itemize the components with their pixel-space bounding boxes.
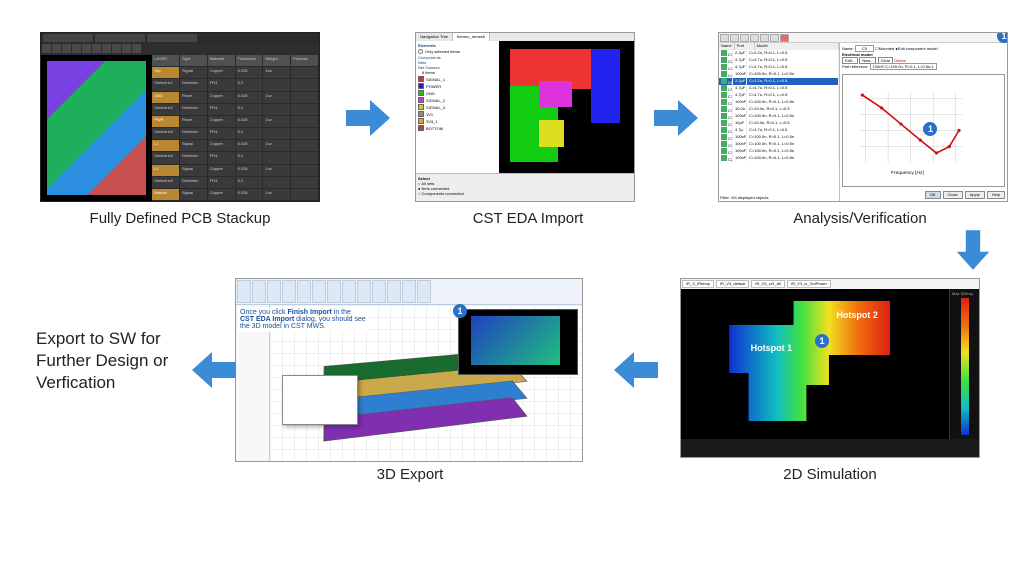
callout-badge-1: 1 (997, 32, 1008, 43)
hotspot2-label: Hotspot 2 (836, 310, 878, 320)
table-row[interactable]: BottomSignalCopper0.0351oz (152, 189, 319, 201)
list-row[interactable]: C1410μFC=10.0u, R=0.1, L=0.5 (719, 120, 839, 127)
list-row[interactable]: C1210.0uC=10.0u, R=0.1, L=0.5 (719, 106, 839, 113)
callout-badge-1: 1 (923, 122, 937, 136)
only-selected-check[interactable] (418, 49, 423, 54)
ribbon[interactable] (236, 279, 582, 305)
nav-tree[interactable]: Elements Only selected items Components … (416, 41, 499, 173)
caption-stackup: Fully Defined PCB Stackup (40, 210, 320, 227)
arrow-left-icon (192, 350, 236, 390)
table-row[interactable]: L1SignalCopper0.0351oz (152, 140, 319, 152)
table-row[interactable]: PWRPlaneCopper0.0351oz (152, 116, 319, 128)
list-row[interactable]: C17100nFC=100.0n, R=0.1, L=0.5n (719, 134, 839, 141)
list-header: Name Port Model (719, 43, 839, 50)
list-row[interactable]: C24.7μFC=4.7u, R=0.1, L=0.5 (719, 57, 839, 64)
table-row[interactable]: L2SignalCopper0.0351oz (152, 165, 319, 177)
sim2d-legend: Max IDDrop (949, 289, 979, 439)
table-row[interactable]: Dielectric2DielectricFR40.2 (152, 104, 319, 116)
list-row[interactable]: C4100nFC=100.0n, R=0.1, L=0.5n (719, 71, 839, 78)
edit-button[interactable]: Edit... (842, 57, 858, 64)
arrow-down-icon (955, 228, 991, 272)
stackup-board-view[interactable] (41, 55, 152, 201)
overlay-thumbnail: 1 (458, 309, 578, 375)
layer-item[interactable]: SIGNAL_3 (418, 104, 497, 110)
list-row[interactable]: C104.7μFC=4.7u, R=0.1, L=0.5 (719, 92, 839, 99)
layer-item[interactable]: GND (418, 90, 497, 96)
analysis-toolbar[interactable] (719, 33, 1007, 43)
table-row[interactable]: GNDPlaneCopper0.0351oz (152, 92, 319, 104)
sim2d-panel: IR_S_IRtempIR_V3_defaultIR_V3_cr3_AllIR_… (680, 278, 980, 458)
table-row[interactable]: Dielectric3DielectricFR40.2 (152, 128, 319, 140)
import-bottom-opts[interactable]: Select ○ All nets ● Nets connected ○ Com… (416, 173, 634, 201)
delete-icon[interactable] (780, 34, 789, 42)
list-row[interactable]: C12.2μFC=2.2u, R=0.1, L=0.5 (719, 50, 839, 57)
list-row[interactable]: C164.7μC=4.7u, R=0.1, L=0.5 (719, 127, 839, 134)
list-row[interactable]: C20100nFC=100.0n, R=0.1, L=0.5n (719, 155, 839, 162)
stackup-toolbar (41, 43, 319, 55)
stackup-panel: LAYERTypeMaterialThicknessWeightProcess … (40, 32, 320, 202)
eda-import-panel: Navigation Treethermo_remesh Elements On… (415, 32, 635, 202)
analysis-form[interactable]: Name: C5 ☐Mounted ●Edit component model … (840, 43, 1007, 72)
arrow-right-icon (654, 98, 698, 138)
layer-item[interactable]: SIGNAL_1 (418, 76, 497, 82)
apply-button[interactable]: Apply (965, 191, 985, 199)
component-list[interactable]: Name Port Model C12.2μFC=2.2u, R=0.1, L=… (719, 43, 840, 201)
table-header: LAYERTypeMaterialThicknessWeightProcess (152, 55, 319, 67)
layer-item[interactable]: 3V3_1 (418, 118, 497, 124)
list-row[interactable]: C11100nFC=100.0n, R=0.1, L=0.5n (719, 99, 839, 106)
sim2d-canvas[interactable]: Hotspot 1 Hotspot 2 1 (681, 289, 949, 439)
sim2d-tabs[interactable]: IR_S_IRtempIR_V3_defaultIR_V3_cr3_AllIR_… (681, 279, 979, 289)
list-row[interactable]: C82.2μFC=2.2u, R=0.1, L=0.5 (719, 78, 839, 85)
table-row[interactable]: Dielectric1DielectricFR40.2 (152, 79, 319, 91)
export3d-panel: 1 Once you click Finish Import in the CS… (235, 278, 583, 462)
arrow-left-icon (614, 350, 658, 390)
import-tabs[interactable]: Navigation Treethermo_remesh (416, 33, 634, 41)
list-row[interactable]: C34.7μFC=4.7u, R=0.1, L=0.5 (719, 64, 839, 71)
close-button[interactable]: Close (943, 191, 963, 199)
list-row[interactable]: C18100nFC=100.0n, R=0.1, L=0.5n (719, 141, 839, 148)
stackup-tabs (41, 33, 319, 43)
svg-text:Frequency [Hz]: Frequency [Hz] (891, 170, 924, 176)
ok-button[interactable]: OK (925, 191, 941, 199)
layer-item[interactable]: POWER (418, 83, 497, 89)
list-row[interactable]: C19100nFC=100.0n, R=0.1, L=0.5n (719, 148, 839, 155)
table-row[interactable]: Dielectric5DielectricFR40.2 (152, 177, 319, 189)
list-row[interactable]: C94.7μFC=4.7u, R=0.1, L=0.5 (719, 85, 839, 92)
caption-analysis: Analysis/Verification (720, 210, 1000, 227)
import-canvas[interactable] (499, 41, 634, 173)
list-row[interactable]: C13100nFC=100.0n, R=0.1, L=0.5n (719, 113, 839, 120)
hotspot1-label: Hotspot 1 (751, 343, 793, 353)
table-row[interactable]: Dielectric4DielectricFR40.2 (152, 152, 319, 164)
floating-dialog[interactable] (282, 375, 358, 425)
caption-export3d: 3D Export (270, 466, 550, 483)
analysis-panel: Name Port Model C12.2μFC=2.2u, R=0.1, L=… (718, 32, 1008, 202)
instruction-note: Once you click Finish Import in the CST … (238, 307, 368, 332)
final-export-text: Export to SW for Further Design or Verfi… (36, 328, 196, 394)
caption-import: CST EDA Import (388, 210, 668, 227)
callout-badge-1: 1 (453, 304, 467, 318)
layer-item[interactable]: BOTTOM (418, 125, 497, 131)
caption-sim2d: 2D Simulation (690, 466, 970, 483)
layer-item[interactable]: 1V1 (418, 111, 497, 117)
help-button[interactable]: Help (987, 191, 1005, 199)
layer-item[interactable]: SIGNAL_2 (418, 97, 497, 103)
arrow-right-icon (346, 98, 390, 138)
table-row[interactable]: TopSignalCopper0.0351oz (152, 67, 319, 79)
stackup-table[interactable]: LAYERTypeMaterialThicknessWeightProcess … (152, 55, 319, 201)
dialog-buttons: OK Close Apply Help (840, 189, 1007, 201)
callout-badge-1: 1 (815, 334, 829, 348)
impedance-plot[interactable]: Frequency [Hz] 1 (842, 74, 1005, 187)
